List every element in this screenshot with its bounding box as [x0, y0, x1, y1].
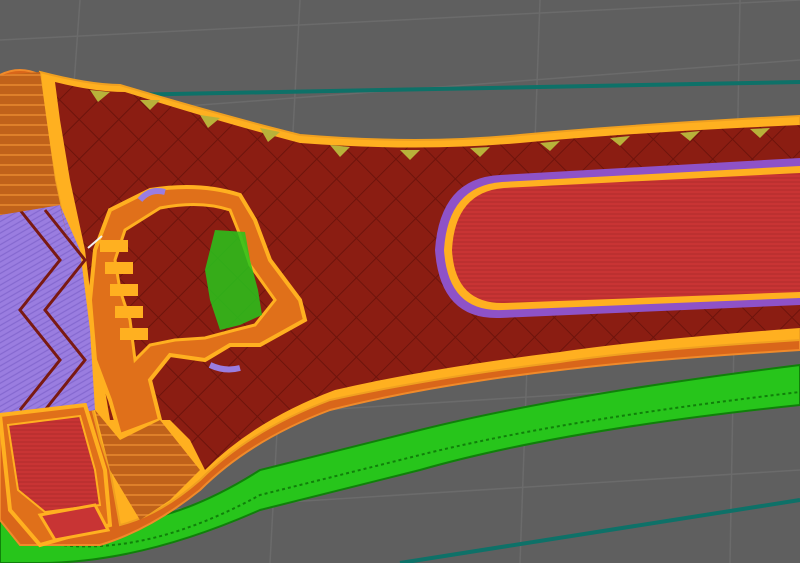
slicer-3d-viewport[interactable]: [0, 0, 800, 563]
toolpath-preview-canvas[interactable]: [0, 0, 800, 563]
slot-solid-infill: [452, 173, 800, 304]
